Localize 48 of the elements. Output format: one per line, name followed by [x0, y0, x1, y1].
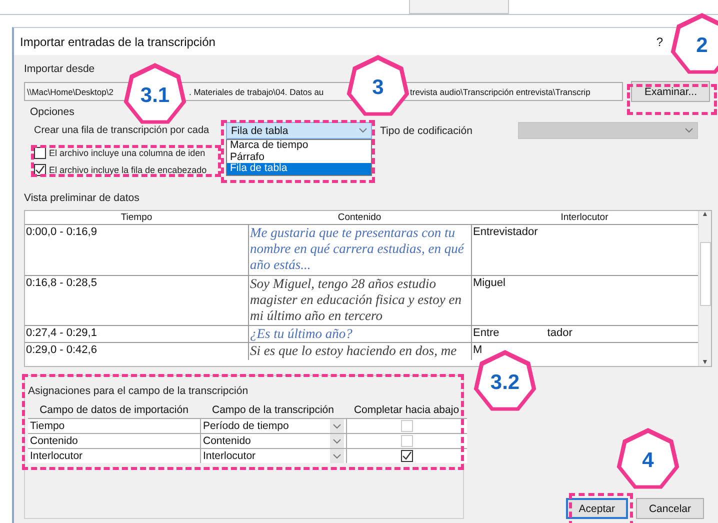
- checkbox-label: El archivo incluye la fila de encabezado: [49, 165, 207, 175]
- table-cell: 0:27,4 - 0:29,1: [26, 327, 97, 341]
- browse-button[interactable]: Examinar...: [631, 81, 710, 102]
- window-title: Importar entradas de la transcripción: [20, 34, 216, 48]
- table-cell-text: 0:16,8 - 0:28,5: [26, 277, 97, 291]
- table-cell: Entre: [473, 327, 500, 341]
- chevron-down-icon: [685, 128, 693, 133]
- table-cell: Contenido: [30, 435, 78, 447]
- help-button[interactable]: ?: [656, 34, 663, 48]
- column-header: Campo de la transcripción: [200, 404, 346, 418]
- field-dropdown[interactable]: Contenido: [200, 433, 346, 448]
- table-cell-text: 0:00,0 - 0:16,9: [26, 226, 97, 240]
- checkmark-icon: [402, 451, 412, 461]
- highlight-frame: [569, 493, 633, 523]
- table-cell-text: 0:29,0 - 0:42,6: [26, 344, 97, 358]
- table-cell: Soy Miguel, tengo 28 años estudio magister en educación fisica y estoy en mi último año en tercero: [250, 276, 462, 323]
- import-from-label: Importar desde: [24, 63, 96, 75]
- accept-button[interactable]: Aceptar: [566, 498, 628, 519]
- table-cell-text: Entrevistador: [473, 226, 538, 240]
- chevron-down-icon: [333, 454, 341, 458]
- table-cell: tador: [547, 327, 572, 341]
- column-header: Campo de datos de importación: [28, 404, 200, 418]
- checkbox[interactable]: [401, 450, 413, 462]
- options-label: Opciones: [30, 106, 76, 118]
- encoding-label: Tipo de codificación: [380, 124, 472, 136]
- table-cell: Tiempo: [30, 420, 65, 432]
- table-cell-text: Miguel: [473, 277, 506, 291]
- field-dropdown[interactable]: Interlocutor: [200, 448, 346, 463]
- table-cell: Interlocutor: [30, 450, 83, 462]
- chevron-down-icon: [333, 438, 341, 444]
- dropdown-option[interactable]: Fila de tabla: [227, 163, 371, 174]
- table-cell: Me gustaria que te presentaras con tu nombre en qué carrera estudias, en qué año estás...: [250, 225, 464, 272]
- chevron-down-icon: [359, 128, 367, 133]
- chevron-down-icon: [333, 424, 341, 428]
- column-header: Tiempo: [120, 211, 154, 224]
- column-header: Contenido: [336, 211, 382, 224]
- table-cell: Si es que lo estoy haciendo en dos, me: [250, 343, 457, 358]
- column-header: Interlocutor: [560, 211, 610, 224]
- field-dropdown[interactable]: Período de tiempo: [200, 418, 346, 433]
- cancel-button[interactable]: Cancelar: [636, 498, 704, 519]
- checkbox[interactable]: [34, 147, 46, 159]
- table-cell: ¿Es tu último año?: [250, 326, 352, 341]
- checkbox-label: El archivo incluye una columna de iden: [49, 148, 206, 158]
- row-per-label: Crear una fila de transcripción por cada: [34, 125, 210, 136]
- mapping-label: Asignaciones para el campo de la transcripción: [28, 385, 248, 397]
- column-header: Completar hacia abajo: [346, 404, 467, 418]
- checkmark-icon: [35, 165, 45, 175]
- preview-label: Vista preliminar de datos: [24, 192, 140, 204]
